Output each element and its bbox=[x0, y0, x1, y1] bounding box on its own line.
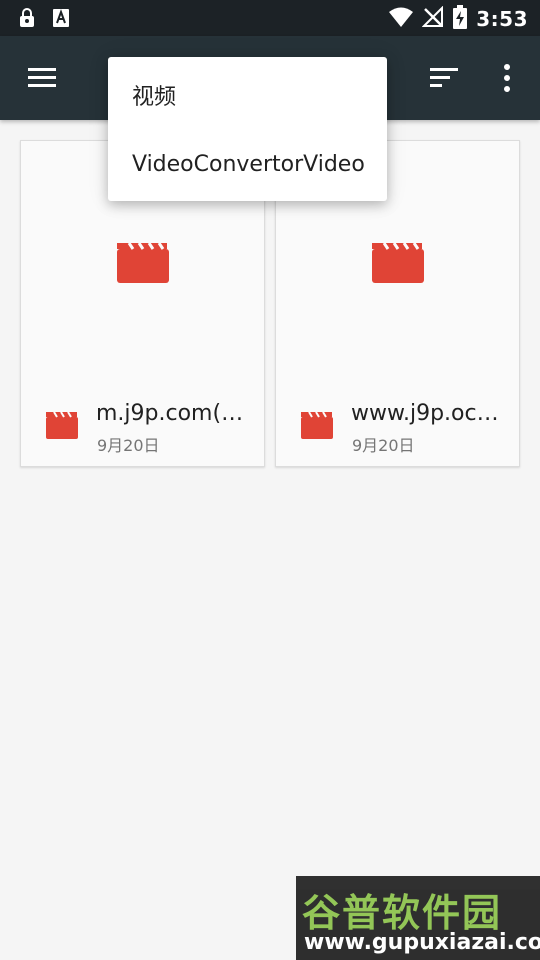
watermark-title: 谷普软件园 bbox=[302, 891, 503, 935]
path-popup-menu: 视频 VideoConvertorVideo bbox=[108, 57, 387, 201]
video-file-icon bbox=[301, 411, 333, 439]
sort-button[interactable] bbox=[420, 58, 468, 98]
status-time: 3:53 bbox=[476, 7, 528, 31]
status-bar: 3:53 bbox=[0, 0, 540, 36]
popup-item-videoconvertorvideo[interactable]: VideoConvertorVideo bbox=[132, 152, 365, 177]
file-title: www.j9p.oc… bbox=[351, 401, 499, 426]
video-file-icon bbox=[46, 411, 78, 439]
sort-icon bbox=[420, 68, 468, 102]
a-notification-icon bbox=[52, 8, 70, 28]
file-date: 9月20日 bbox=[352, 436, 415, 455]
hamburger-menu-icon bbox=[18, 68, 66, 102]
video-clapperboard-icon bbox=[117, 241, 169, 283]
wifi-icon bbox=[388, 6, 414, 32]
more-vert-icon bbox=[490, 64, 526, 102]
popup-item-video[interactable]: 视频 bbox=[132, 79, 176, 111]
menu-button[interactable] bbox=[18, 58, 66, 98]
battery-charging-icon bbox=[452, 5, 468, 33]
watermark-logo: 谷普软件园 www.gupuxiazai.com bbox=[296, 876, 540, 960]
file-title: m.j9p.com(1… bbox=[96, 401, 256, 426]
no-signal-icon bbox=[421, 5, 444, 32]
file-date: 9月20日 bbox=[97, 436, 160, 455]
more-options-button[interactable] bbox=[490, 58, 526, 98]
watermark-url: www.gupuxiazai.com bbox=[304, 930, 540, 955]
video-clapperboard-icon bbox=[372, 241, 424, 283]
lock-icon bbox=[18, 8, 36, 28]
